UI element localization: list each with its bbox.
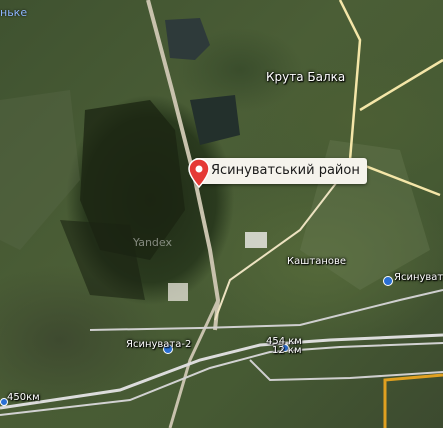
white-field	[245, 232, 267, 248]
pond-area	[190, 95, 240, 145]
district-boundary	[383, 373, 443, 428]
place-label-kruta-balka[interactable]: Крута Балка	[266, 70, 345, 84]
yandex-watermark: Yandex	[133, 236, 172, 249]
place-label-yasynuvata-2[interactable]: Ясинувата-2	[126, 339, 191, 350]
railway-station-icon-2[interactable]	[383, 276, 393, 286]
rail-marker-450km[interactable]: 450км	[7, 392, 40, 403]
place-label-top-left[interactable]: ньке	[0, 6, 27, 19]
quarry-area	[165, 18, 210, 60]
marker-label-text: Ясинуватський район	[211, 163, 360, 178]
map-overlay	[0, 0, 443, 428]
rail-marker-12km[interactable]: 12 км	[272, 345, 302, 356]
road-north	[359, 58, 443, 112]
white-field-2	[168, 283, 188, 301]
place-label-kashtanove[interactable]: Каштанове	[287, 256, 346, 267]
map-pin-icon[interactable]	[188, 158, 210, 188]
marker-label[interactable]: Ясинуватський район	[194, 158, 367, 184]
highway-south	[168, 299, 220, 428]
place-label-yasynuvata-pas[interactable]: Ясинувата-Па	[394, 272, 443, 283]
satellite-map[interactable]: ньке Крута Балка Каштанове Ясинувата-2 Я…	[0, 0, 443, 428]
